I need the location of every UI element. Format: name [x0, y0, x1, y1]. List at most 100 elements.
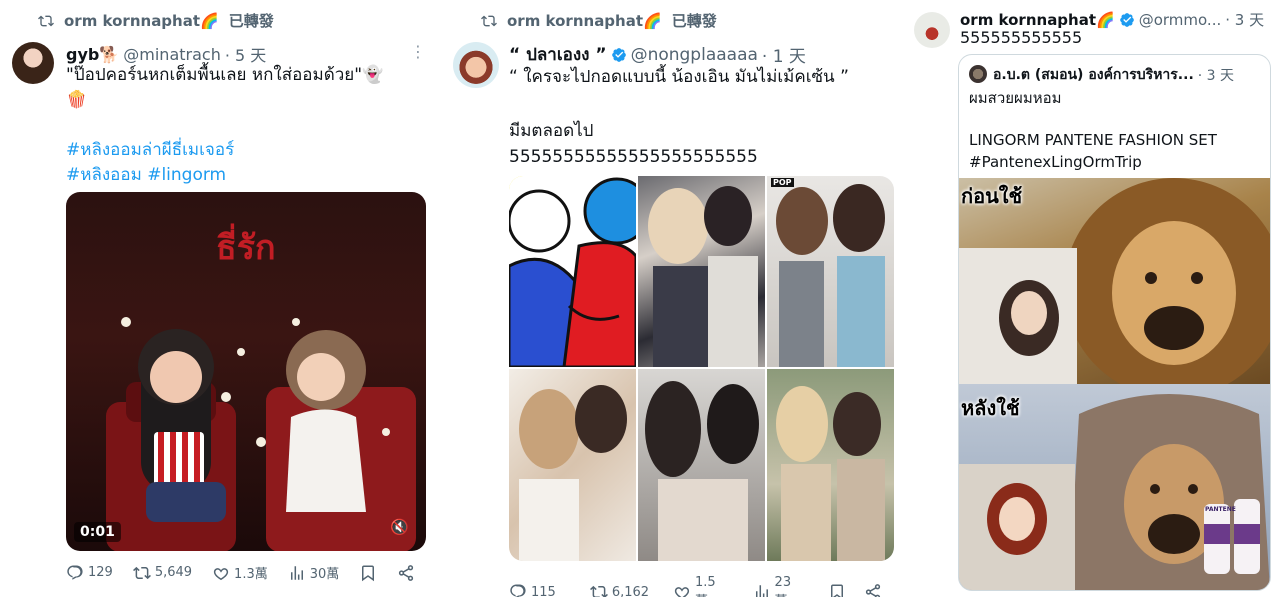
like-button[interactable]: 1.3萬: [212, 563, 268, 582]
hashtag-link[interactable]: #หลิงออม #lingorm: [66, 164, 226, 186]
share-button[interactable]: [397, 564, 415, 582]
repost-icon: [38, 15, 54, 26]
repost-indicator: orm kornnaphat🌈 已轉發: [38, 10, 274, 31]
quote-text-line: #PantenexLingOrmTrip: [969, 153, 1142, 171]
mute-icon[interactable]: 🔇: [390, 518, 412, 540]
user-handle[interactable]: @minatrach: [123, 45, 221, 64]
bookmark-button[interactable]: [828, 583, 846, 597]
verified-badge-icon: [611, 47, 626, 62]
like-count: 1.5萬: [695, 575, 716, 597]
views-button[interactable]: 30萬: [288, 563, 340, 582]
after-label: หลังใช้: [961, 396, 1020, 420]
brand-label: PANTENE: [1205, 506, 1236, 513]
grid-image[interactable]: [638, 369, 765, 561]
repost-indicator: orm kornnaphat🌈 已轉發: [481, 10, 717, 31]
repost-button[interactable]: 6,162: [589, 583, 650, 597]
tweet-text-line: 55555555555555555555555: [509, 147, 758, 167]
quote-header: อ.บ.ต (สมอน) องค์การบริหาร... · 3 天: [993, 64, 1234, 86]
grid-image[interactable]: [509, 369, 636, 561]
quote-display-name[interactable]: อ.บ.ต (สมอน) องค์การบริหาร...: [993, 64, 1194, 86]
repost-button[interactable]: 5,649: [132, 564, 193, 582]
reply-icon: [67, 565, 83, 580]
photo-image: [519, 385, 627, 561]
tweet-text-line: "ป๊อปคอร์นหกเต็มพื้นเลย หกใส่ออมด้วย"👻: [66, 65, 384, 85]
repost-icon: [589, 585, 608, 597]
view-count: 30萬: [309, 567, 340, 582]
reply-count: 115: [531, 584, 556, 597]
tweet-text-line: 🍿: [66, 90, 88, 110]
tweet-card-3[interactable]: orm kornnaphat🌈 @ormmo... · 3 天 55555555…: [902, 0, 1279, 597]
avatar[interactable]: [914, 12, 950, 48]
display-name[interactable]: orm kornnaphat🌈: [960, 11, 1115, 29]
pop-label: POP: [771, 178, 794, 187]
quote-text-line: ผมสวยผมหอม: [969, 89, 1062, 107]
photo-image: [645, 381, 759, 561]
before-image: ก่อนใช้: [959, 178, 1270, 384]
repost-count: 6,162: [611, 584, 650, 597]
display-name[interactable]: “ ปลาเองง ”: [509, 41, 607, 68]
views-icon: [290, 565, 303, 580]
reply-button[interactable]: 129: [66, 564, 113, 582]
grid-image[interactable]: POP: [767, 176, 894, 367]
after-image: หลังใช้ PANTENE: [959, 384, 1270, 590]
grid-image[interactable]: [509, 176, 636, 367]
grid-image[interactable]: [638, 176, 765, 367]
like-count: 1.3萬: [234, 567, 268, 582]
avatar[interactable]: [12, 42, 54, 84]
share-button[interactable]: [864, 583, 882, 597]
repost-icon: [481, 15, 497, 26]
user-handle[interactable]: @ormmo...: [1139, 11, 1222, 29]
cartoon-image: [509, 176, 636, 367]
before-label: ก่อนใช้: [961, 184, 1023, 208]
share-icon: [399, 564, 414, 581]
photo-image: [648, 186, 758, 367]
tweet-time[interactable]: · 5 天: [225, 42, 266, 66]
quote-image[interactable]: ก่อนใช้ หลังใช้ PANTENE: [959, 178, 1270, 590]
quote-text-line: LINGORM PANTENE FASHION SET: [969, 131, 1217, 149]
verified-badge-icon: [1119, 12, 1134, 27]
tweet-text-line: “ ใครจะไปกอดแบบนี้ น้องเอิน มันไม่เม้คเซ…: [509, 67, 849, 87]
video-time-badge: 0:01: [74, 522, 121, 542]
tweet-actions: 115 6,162 1.5萬 23萬: [509, 575, 902, 597]
image-grid[interactable]: POP: [509, 176, 894, 561]
views-icon: [755, 585, 768, 597]
photo-image: [776, 184, 885, 367]
bookmark-icon: [831, 584, 843, 597]
heart-icon: [674, 587, 690, 597]
hashtag-link[interactable]: #หลิงออมล่าผีธี่เมเจอร์: [66, 139, 234, 161]
views-button[interactable]: 23萬: [753, 575, 804, 597]
more-options-icon[interactable]: ⋮: [410, 42, 426, 61]
display-name[interactable]: gyb🐕: [66, 45, 119, 64]
repost-count: 5,649: [154, 565, 193, 580]
tweet-time[interactable]: · 3 天: [1225, 9, 1264, 30]
quote-avatar[interactable]: [969, 65, 987, 83]
tweet-actions: 129 5,649 1.3萬 30萬: [66, 563, 435, 582]
tweet-header: gyb🐕 @minatrach · 5 天: [66, 42, 266, 66]
tweet-header: “ ปลาเองง ” @nongplaaaaa · 1 天: [509, 41, 806, 68]
reply-button[interactable]: 115: [509, 583, 556, 597]
avatar[interactable]: [453, 42, 499, 88]
video-player[interactable]: ธี่รัก 0:01 🔇: [66, 192, 426, 551]
heart-icon: [213, 567, 229, 580]
repost-author[interactable]: orm kornnaphat🌈: [507, 12, 662, 30]
photo-image: [776, 386, 885, 561]
tweet-time[interactable]: · 1 天: [762, 42, 806, 67]
tweet-text: 555555555555: [960, 28, 1083, 47]
repost-label: 已轉發: [228, 12, 274, 30]
quote-tweet[interactable]: อ.บ.ต (สมอน) องค์การบริหาร... · 3 天 ผมสว…: [958, 54, 1271, 591]
bookmark-icon: [362, 565, 375, 581]
quote-time[interactable]: · 3 天: [1198, 65, 1234, 85]
repost-label: 已轉發: [671, 12, 717, 30]
share-icon: [865, 584, 881, 597]
user-handle[interactable]: @nongplaaaaa: [631, 45, 758, 65]
tweet-card-1[interactable]: orm kornnaphat🌈 已轉發 gyb🐕 @minatrach · 5 …: [0, 0, 437, 597]
like-button[interactable]: 1.5萬: [673, 575, 729, 597]
repost-author[interactable]: orm kornnaphat🌈: [64, 12, 219, 30]
tweet-card-2[interactable]: orm kornnaphat🌈 已轉發 “ ปลาเองง ” @nongpla…: [447, 0, 902, 597]
bookmark-button[interactable]: [359, 564, 377, 582]
grid-image[interactable]: [767, 369, 894, 561]
poster-title: ธี่รัก: [216, 228, 276, 268]
tweet-text-line: มีมตลอดไป: [509, 121, 594, 141]
repost-icon: [132, 566, 151, 579]
view-count: 23萬: [774, 575, 792, 597]
